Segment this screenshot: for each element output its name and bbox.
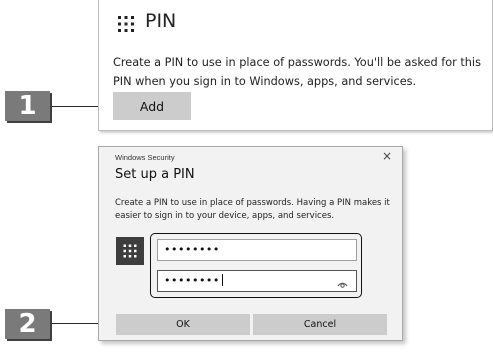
dialog-heading: Set up a PIN [115, 167, 195, 182]
keypad-grid-icon [117, 15, 135, 33]
new-pin-masked-value: •••••••• [164, 243, 220, 256]
reveal-password-eye-icon[interactable] [337, 276, 348, 288]
pin-section-description: Create a PIN to use in place of password… [113, 56, 481, 88]
dialog-app-title: Windows Security [115, 153, 175, 162]
pin-settings-card: PIN Create a PIN to use in place of pass… [98, 0, 493, 131]
new-pin-field[interactable]: •••••••• [157, 239, 357, 261]
step-1-badge: 1 [5, 91, 50, 121]
confirm-pin-field[interactable]: •••••••• [157, 270, 357, 292]
text-caret [221, 274, 223, 286]
pin-section-title: PIN [145, 10, 177, 32]
add-pin-button[interactable]: Add [113, 92, 191, 120]
ok-button[interactable]: OK [116, 314, 250, 335]
cancel-button[interactable]: Cancel [253, 314, 387, 335]
dialog-description: Create a PIN to use in place of password… [115, 198, 390, 221]
pin-keypad-icon [116, 237, 144, 265]
confirm-pin-masked-value: •••••••• [164, 274, 220, 287]
close-icon[interactable]: × [381, 149, 393, 163]
set-up-pin-dialog: Windows Security × Set up a PIN Create a… [98, 146, 403, 341]
step-2-badge: 2 [5, 309, 50, 339]
